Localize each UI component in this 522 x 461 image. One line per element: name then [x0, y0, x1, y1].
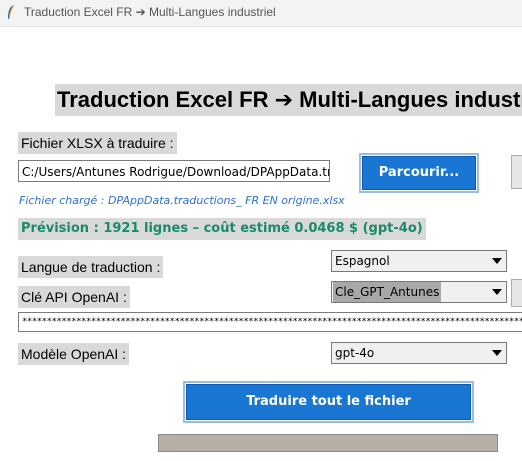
cost-forecast: Prévision : 1921 lignes – coût estimé 0.…: [18, 218, 426, 240]
api-key-label: Clé API OpenAI :: [18, 286, 130, 308]
chevron-down-icon[interactable]: [490, 345, 504, 361]
title-bar: Traduction Excel FR ➔ Multi-Langues indu…: [0, 0, 522, 26]
api-key-select[interactable]: Cle_GPT_Antunes: [331, 281, 507, 303]
chevron-down-icon[interactable]: [490, 284, 504, 300]
model-select[interactable]: gpt-4o: [331, 342, 507, 364]
translate-button[interactable]: Traduire tout le fichier: [183, 381, 474, 423]
api-key-side-button[interactable]: [511, 279, 522, 307]
side-button[interactable]: [511, 155, 522, 189]
window-title: Traduction Excel FR ➔ Multi-Langues indu…: [24, 5, 276, 19]
chevron-down-icon[interactable]: [490, 253, 504, 269]
browse-button[interactable]: Parcourir...: [359, 153, 479, 193]
file-label: Fichier XLSX à traduire :: [18, 132, 177, 154]
language-value: Espagnol: [335, 254, 390, 268]
page-title: Traduction Excel FR ➔ Multi-Langues indu…: [55, 84, 522, 116]
model-value: gpt-4o: [335, 346, 375, 360]
language-select[interactable]: Espagnol: [331, 250, 507, 272]
api-key-input[interactable]: ****************************************…: [18, 312, 522, 332]
language-label: Langue de traduction :: [18, 256, 164, 278]
api-key-value: Cle_GPT_Antunes: [333, 282, 442, 302]
model-label: Modèle OpenAI :: [18, 343, 130, 365]
feather-icon: [8, 4, 15, 20]
progress-bar: [158, 434, 498, 452]
loaded-file-text: Fichier chargé : DPAppData.traductions_ …: [19, 194, 345, 207]
file-path-input[interactable]: C:/Users/Antunes Rodrigue/Download/DPApp…: [18, 160, 330, 182]
